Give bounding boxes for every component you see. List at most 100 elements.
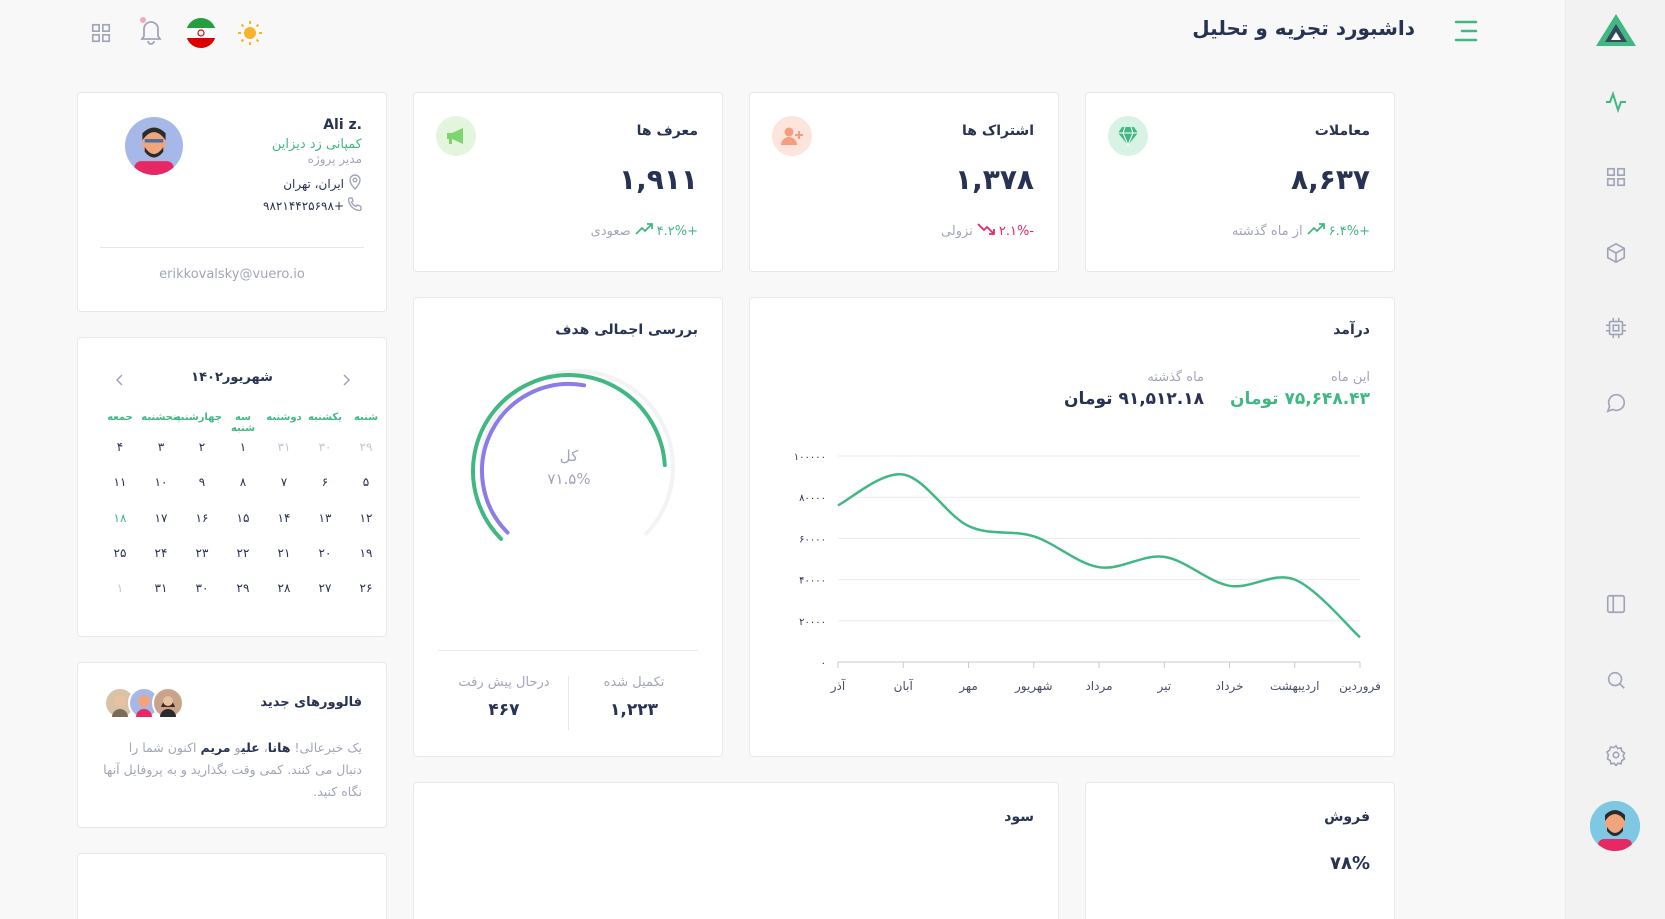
calendar-day[interactable]: ۱۶ bbox=[182, 511, 222, 525]
follower-link-maryam[interactable]: مریم bbox=[201, 740, 231, 755]
profile-phone: +۹۸۲۱۴۴۲۵۶۹۸ bbox=[263, 198, 344, 213]
chat-icon[interactable] bbox=[1602, 389, 1630, 417]
profile-email[interactable]: erikkovalsky@vuero.io bbox=[78, 267, 386, 282]
stat-card-referrals: معرف ها ۱,۹۱۱ +۴.۲% صعودی bbox=[413, 92, 723, 272]
calendar-day[interactable]: ۲۹ bbox=[223, 581, 263, 595]
calendar-day[interactable]: ۲۸ bbox=[264, 581, 304, 595]
calendar-day[interactable]: ۲۵ bbox=[100, 546, 140, 560]
calendar-day[interactable]: ۲۷ bbox=[305, 581, 345, 595]
stat-card-subscriptions: اشتراک ها ۱,۳۷۸ -۲.۱% نزولی bbox=[749, 92, 1059, 272]
stat-trend-label: از ماه گذشته bbox=[1231, 223, 1303, 239]
calendar-week: ۱۲ ۱۳ ۱۴ ۱۵ ۱۶ ۱۷ ۱۸ bbox=[100, 511, 386, 525]
user-avatar[interactable] bbox=[1590, 801, 1640, 851]
sales-title: فروش bbox=[1324, 809, 1370, 825]
calendar-day[interactable]: ۲ bbox=[182, 440, 222, 454]
calendar-day[interactable]: ۲۳ bbox=[182, 546, 222, 560]
x-tick-label: خرداد bbox=[1215, 679, 1243, 694]
notification-bell-icon[interactable] bbox=[138, 16, 164, 50]
calendar-day[interactable]: ۳۰ bbox=[305, 440, 345, 454]
calendar-day[interactable]: ۱ bbox=[223, 440, 263, 454]
location-pin-icon bbox=[348, 174, 362, 193]
revenue-series-line bbox=[837, 473, 1361, 639]
calendar-day[interactable]: ۲۲ bbox=[223, 546, 263, 560]
weekday: سه شنبه bbox=[230, 412, 256, 434]
stat-label: معرف ها bbox=[636, 123, 698, 139]
calendar-week: ۲۹ ۳۰ ۳۱ ۱ ۲ ۳ ۴ bbox=[100, 440, 386, 454]
calendar-next-button[interactable] bbox=[340, 372, 352, 391]
calendar-day[interactable]: ۱۷ bbox=[141, 511, 181, 525]
calendar-day[interactable]: ۷ bbox=[264, 475, 304, 489]
x-tick-label: تیر bbox=[1156, 679, 1171, 694]
calendar-day[interactable]: ۲۶ bbox=[346, 581, 386, 595]
trend-down-icon bbox=[977, 223, 995, 239]
cpu-icon[interactable] bbox=[1602, 314, 1630, 342]
calendar-day-today[interactable]: ۱۸ bbox=[100, 511, 140, 525]
calendar-day[interactable]: ۱۴ bbox=[264, 511, 304, 525]
calendar-day[interactable]: ۲۰ bbox=[305, 546, 345, 560]
megaphone-icon bbox=[436, 116, 476, 156]
y-tick-label: ۲۰۰۰۰ bbox=[799, 617, 826, 628]
followers-text: یک خبرعالی! هانا، علیو مریم اکنون شما را… bbox=[102, 737, 362, 803]
weekday: پنجشنبه bbox=[141, 412, 181, 423]
calendar-day[interactable]: ۱۲ bbox=[346, 511, 386, 525]
calendar-day[interactable]: ۳ bbox=[141, 440, 181, 454]
theme-sun-icon[interactable] bbox=[236, 19, 264, 51]
calendar-day[interactable]: ۱ bbox=[100, 581, 140, 595]
followers-text-prefix: یک خبرعالی! bbox=[290, 740, 362, 755]
calendar-card: شهریور۱۴۰۲ شنبه یکشنبه دوشنبه سه شنبه چه… bbox=[77, 337, 387, 637]
calendar-day[interactable]: ۳۱ bbox=[141, 581, 181, 595]
profit-title: سود bbox=[1004, 809, 1034, 825]
weekday: چهارشنبه bbox=[174, 412, 222, 423]
box-icon[interactable] bbox=[1602, 239, 1630, 267]
page-title: داشبورد تجزیه و تحلیل bbox=[1192, 16, 1415, 40]
calendar-day[interactable]: ۱۵ bbox=[223, 511, 263, 525]
settings-icon[interactable] bbox=[1602, 741, 1630, 769]
goal-center-label: کل bbox=[559, 447, 579, 465]
goal-completed-label: تکمیل شده bbox=[603, 675, 665, 690]
profile-company: کمپانی زد دیزاین bbox=[271, 137, 362, 152]
menu-icon[interactable] bbox=[1452, 18, 1480, 48]
add-user-icon bbox=[772, 116, 812, 156]
stat-value: ۸,۶۳۷ bbox=[1291, 163, 1370, 196]
calendar-day[interactable]: ۲۹ bbox=[346, 440, 386, 454]
y-tick-label: ۱۰۰۰۰۰ bbox=[794, 452, 826, 463]
calendar-day[interactable]: ۹ bbox=[182, 475, 222, 489]
calendar-day[interactable]: ۱۰ bbox=[141, 475, 181, 489]
calendar-day[interactable]: ۱۹ bbox=[346, 546, 386, 560]
search-icon[interactable] bbox=[1602, 666, 1630, 694]
activity-icon[interactable] bbox=[1602, 88, 1630, 116]
profile-location: ایران، تهران bbox=[283, 176, 344, 191]
apps-grid-icon[interactable] bbox=[90, 22, 112, 48]
sidebar-toggle-icon[interactable] bbox=[1602, 590, 1630, 618]
calendar-day[interactable]: ۸ bbox=[223, 475, 263, 489]
calendar-day[interactable]: ۵ bbox=[346, 475, 386, 489]
x-tick-label: مهر bbox=[958, 679, 978, 694]
stat-card-transactions: معاملات ۸,۶۳۷ +۶.۴% از ماه گذشته bbox=[1085, 92, 1395, 272]
goal-inprogress-value: ۴۶۷ bbox=[488, 700, 520, 720]
stat-change: -۲.۱% bbox=[998, 223, 1034, 239]
calendar-day[interactable]: ۳۱ bbox=[264, 440, 304, 454]
calendar-day[interactable]: ۶ bbox=[305, 475, 345, 489]
logo[interactable] bbox=[1594, 12, 1638, 52]
calendar-day[interactable]: ۱۳ bbox=[305, 511, 345, 525]
calendar-day[interactable]: ۳۰ bbox=[182, 581, 222, 595]
grid-icon[interactable] bbox=[1602, 163, 1630, 191]
x-tick-label: شهریور bbox=[1014, 679, 1053, 694]
calendar-day[interactable]: ۴ bbox=[100, 440, 140, 454]
follower-link-ali[interactable]: علی bbox=[241, 740, 260, 755]
language-flag-icon[interactable] bbox=[186, 18, 216, 48]
goal-inprogress-label: درحال پیش رفت bbox=[458, 675, 550, 690]
stat-trend-label: صعودی bbox=[590, 223, 631, 239]
x-tick-label: آذر bbox=[830, 678, 846, 694]
follower-avatar[interactable] bbox=[152, 687, 184, 719]
x-tick-label: اردیبهشت bbox=[1270, 679, 1319, 694]
calendar-day[interactable]: ۱۱ bbox=[100, 475, 140, 489]
divider bbox=[438, 650, 698, 651]
follower-link-hana[interactable]: هانا bbox=[268, 740, 291, 755]
stat-label: اشتراک ها bbox=[962, 123, 1034, 139]
calendar-day[interactable]: ۲۴ bbox=[141, 546, 181, 560]
calendar-day[interactable]: ۲۱ bbox=[264, 546, 304, 560]
weekday: شنبه bbox=[353, 412, 379, 423]
profile-role: مدیر پروژه bbox=[307, 152, 362, 166]
weekday: جمعه bbox=[107, 412, 133, 423]
